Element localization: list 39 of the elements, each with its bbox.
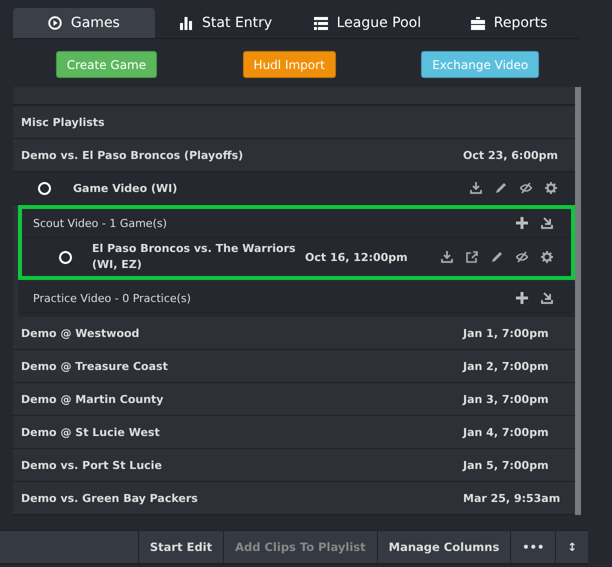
game-row[interactable]: Demo @ St Lucie West Jan 4, 7:00pm xyxy=(13,416,575,449)
radio-button[interactable] xyxy=(59,250,72,264)
briefcase-icon xyxy=(470,16,485,30)
share-icon[interactable] xyxy=(466,251,478,263)
video-title[interactable]: El Paso Broncos vs. The Warriors (WI, EZ) xyxy=(92,241,297,273)
pencil-icon[interactable] xyxy=(491,251,503,263)
game-row[interactable]: Demo @ Treasure Coast Jan 2, 7:00pm xyxy=(13,350,575,383)
tab[interactable]: League Pool xyxy=(296,8,438,38)
tab[interactable]: Games xyxy=(13,8,155,38)
settings-icon[interactable] xyxy=(541,251,553,263)
tray-arrow-icon[interactable] xyxy=(541,217,553,229)
plus-icon[interactable] xyxy=(516,217,528,229)
list-icon xyxy=(314,16,328,30)
toolbar-button[interactable]: Start Edit xyxy=(138,531,224,563)
toolbar-button[interactable]: ↕ xyxy=(555,531,588,563)
tab[interactable]: Stat Entry xyxy=(154,8,296,38)
play-circle-icon xyxy=(48,16,62,30)
plus-icon[interactable] xyxy=(516,292,528,304)
game-row[interactable]: Demo @ Westwood Jan 1, 7:00pm xyxy=(13,317,575,350)
game-row[interactable]: Demo vs. Port St Lucie Jan 5, 7:00pm xyxy=(13,449,575,482)
group-title: Practice Video - 0 Practice(s) xyxy=(33,292,192,304)
group-title: Scout Video - 1 Game(s) xyxy=(33,216,168,230)
tab[interactable]: Reports xyxy=(438,8,580,38)
tray-arrow-icon[interactable] xyxy=(541,292,553,304)
download-icon[interactable] xyxy=(441,251,453,263)
eye-slash-icon[interactable] xyxy=(520,182,532,194)
game-date: Oct 16, 12:00pm xyxy=(305,250,409,264)
game-row[interactable]: Demo @ Martin County Jan 3, 7:00pm xyxy=(13,383,575,416)
settings-icon[interactable] xyxy=(545,182,557,194)
game-row[interactable]: Demo vs. Green Bay Packers Mar 25, 9:53am xyxy=(13,482,575,515)
radio-button[interactable] xyxy=(38,182,51,194)
section-title: Misc Playlists xyxy=(21,116,105,128)
toolbar-button[interactable]: ••• xyxy=(510,531,556,563)
download-icon[interactable] xyxy=(470,182,482,194)
eye-slash-icon[interactable] xyxy=(516,251,528,263)
bar-chart-icon xyxy=(179,16,194,30)
toolbar-button[interactable]: Manage Columns xyxy=(376,531,510,563)
pencil-icon[interactable] xyxy=(495,182,507,194)
scrollbar[interactable] xyxy=(575,87,581,515)
